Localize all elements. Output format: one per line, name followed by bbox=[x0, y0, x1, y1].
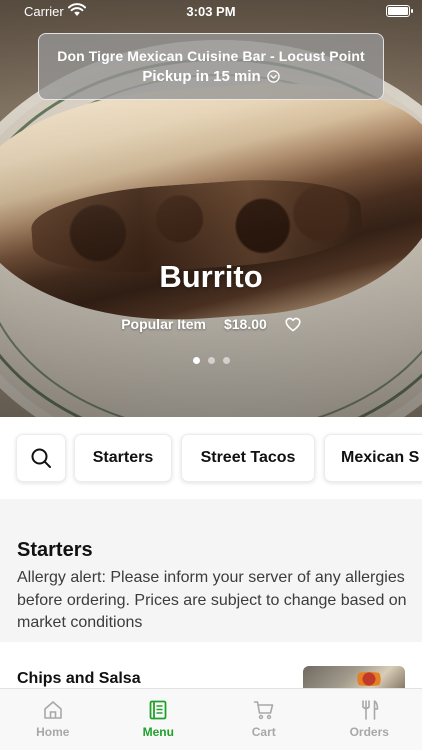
carousel-dot[interactable] bbox=[192, 357, 200, 364]
category-chip-street-tacos[interactable]: Street Tacos bbox=[181, 434, 315, 482]
heart-icon[interactable] bbox=[285, 317, 301, 332]
app-screen: Carrier 3:03 PM Don Tigre Mexican Cuisin… bbox=[0, 0, 422, 750]
cart-icon bbox=[253, 701, 274, 720]
clock: 3:03 PM bbox=[186, 4, 236, 19]
category-chip-starters[interactable]: Starters bbox=[74, 434, 172, 482]
featured-item-meta: Popular Item $18.00 bbox=[0, 316, 422, 332]
home-icon bbox=[43, 701, 62, 719]
search-icon bbox=[31, 448, 51, 468]
tab-menu[interactable]: Menu bbox=[106, 689, 212, 750]
tab-label: Menu bbox=[142, 725, 174, 739]
section-title: Starters bbox=[17, 539, 93, 561]
featured-item-title: Burrito bbox=[159, 259, 263, 294]
tab-bar: Home Menu Cart Orders bbox=[0, 688, 422, 750]
category-chip-mexican-specialties[interactable]: Mexican S bbox=[324, 434, 422, 482]
battery-icon bbox=[386, 5, 413, 17]
popular-badge: Popular Item bbox=[121, 316, 206, 332]
tab-orders[interactable]: Orders bbox=[317, 689, 422, 750]
pickup-time-row[interactable]: Pickup in 15 min bbox=[39, 68, 383, 85]
menu-icon bbox=[149, 700, 167, 720]
tab-label: Cart bbox=[251, 725, 276, 739]
fork-knife-icon bbox=[362, 700, 379, 720]
search-button[interactable] bbox=[16, 434, 66, 482]
allergy-note: Allergy alert: Please inform your server… bbox=[17, 569, 407, 631]
tab-cart[interactable]: Cart bbox=[211, 689, 317, 750]
tab-home[interactable]: Home bbox=[0, 689, 106, 750]
category-bar: Starters Street Tacos Mexican S bbox=[0, 417, 422, 499]
restaurant-name: Don Tigre Mexican Cuisine Bar - Locust P… bbox=[57, 48, 365, 64]
hero-image[interactable]: Carrier 3:03 PM Don Tigre Mexican Cuisin… bbox=[0, 0, 422, 417]
status-bar: Carrier 3:03 PM bbox=[0, 0, 422, 22]
menu-item[interactable]: Chips and Salsa bbox=[0, 642, 422, 692]
restaurant-selector[interactable]: Don Tigre Mexican Cuisine Bar - Locust P… bbox=[38, 33, 384, 100]
featured-item-price: $18.00 bbox=[223, 316, 267, 332]
tab-label: Home bbox=[36, 725, 70, 739]
pickup-time-label: Pickup in 15 min bbox=[142, 68, 261, 85]
tab-label: Orders bbox=[349, 725, 389, 739]
carousel-dot[interactable] bbox=[222, 357, 230, 364]
carousel-dot[interactable] bbox=[207, 357, 215, 364]
chevron-down-circle-icon bbox=[266, 70, 280, 83]
menu-section-header: Starters Allergy alert: Please inform yo… bbox=[0, 499, 422, 642]
carousel-indicator[interactable] bbox=[0, 357, 422, 364]
menu-item-name: Chips and Salsa bbox=[17, 670, 141, 687]
